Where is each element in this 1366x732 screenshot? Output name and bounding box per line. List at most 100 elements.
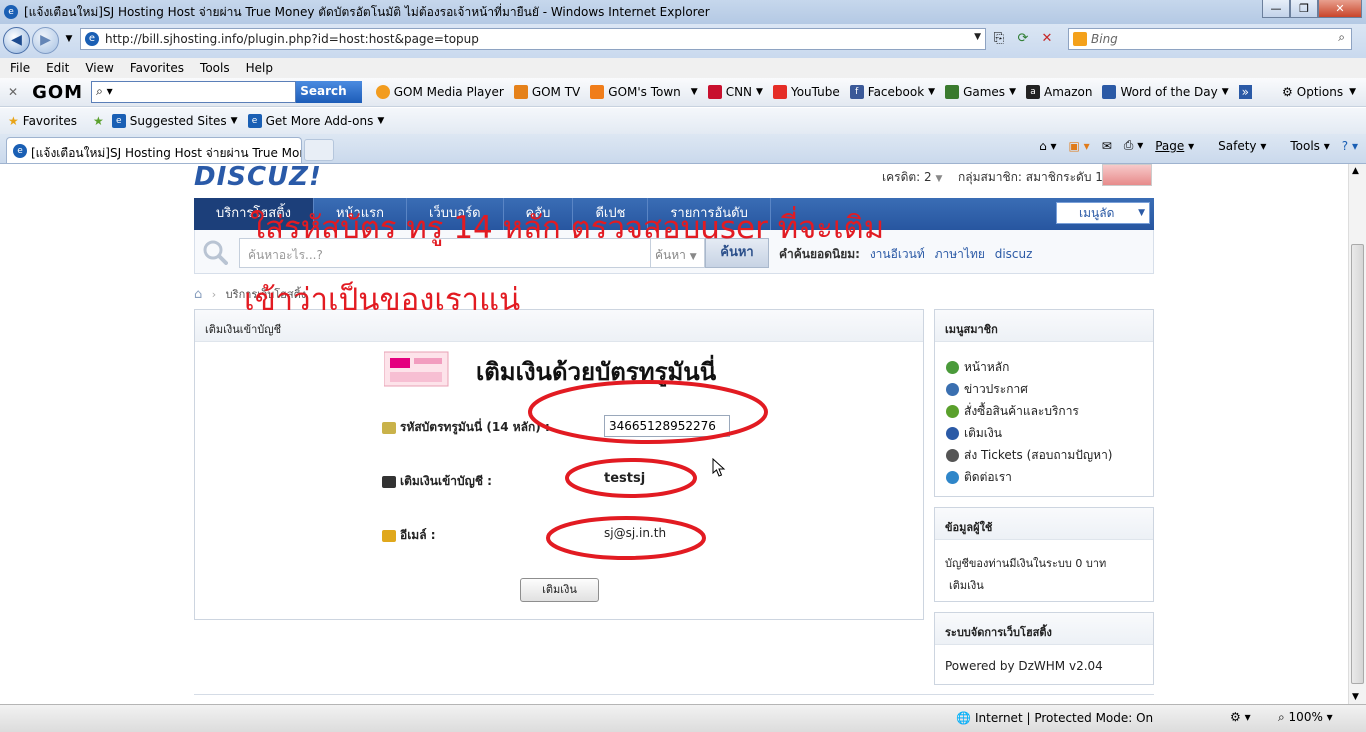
amazon-icon: a (1025, 85, 1040, 99)
sidebar-item-home[interactable]: หน้าหลัก (946, 358, 1009, 377)
close-button[interactable]: ✕ (1318, 0, 1362, 18)
scroll-down-icon[interactable]: ▼ (1352, 692, 1359, 702)
topup-button[interactable]: เติมเงิน (520, 578, 599, 602)
more-links-icon[interactable]: » (1238, 85, 1252, 99)
window-title: [แจ้งเตือนใหม่]SJ Hosting Host จ่ายผ่าน … (24, 4, 710, 19)
toolbar-close-icon[interactable]: ✕ (8, 85, 18, 99)
sidebar-item-tickets[interactable]: ส่ง Tickets (สอบถามปัญหา) (946, 446, 1112, 465)
maximize-button[interactable]: ❐ (1290, 0, 1318, 18)
tab-current[interactable]: e [แจ้งเตือนใหม่]SJ Hosting Host จ่ายผ่า… (6, 137, 302, 163)
system-box: ระบบจัดการเว็บโฮสติ้ง Powered by DzWHM v… (934, 612, 1154, 685)
link-gom-tv[interactable]: GOM TV (513, 85, 580, 99)
mouse-cursor-icon (712, 458, 726, 477)
get-addons-link[interactable]: e Get More Add-ons ▼ (247, 114, 384, 128)
history-dropdown-icon[interactable]: ▼ (58, 28, 80, 50)
member-group: กลุ่มสมาชิก: สมาชิกระดับ 1 (958, 170, 1103, 184)
compatibility-icon[interactable]: ⎘ (988, 28, 1010, 50)
refresh-icon[interactable]: ⟳ (1012, 28, 1034, 50)
hot-keywords: คำค้นยอดนิยม: งานอีเวนท์ ภาษาไทย discuz (779, 247, 1033, 261)
link-gom-town[interactable]: GOM's Town ▼ (590, 85, 698, 99)
internet-zone-icon: 🌐 (956, 711, 971, 725)
zoom-control[interactable]: ⌕ 100% ▾ (1278, 710, 1333, 725)
gom-player-icon (375, 85, 390, 99)
link-games[interactable]: Games ▼ (945, 85, 1016, 99)
email-label: อีเมล์ : (382, 526, 436, 545)
url-dropdown-icon[interactable]: ▼ (974, 32, 981, 42)
user-info-title: ข้อมูลผู้ใช้ (935, 508, 1153, 540)
menu-file[interactable]: File (10, 61, 30, 75)
sidebar-item-contact[interactable]: ติดต่อเรา (946, 468, 1012, 487)
sidebar-item-topup[interactable]: เติมเงิน (946, 424, 1002, 443)
word-icon (1102, 85, 1117, 99)
sidebar-item-order[interactable]: สั่งซื้อสินค้าและบริการ (946, 402, 1079, 421)
gom-search-input[interactable]: ⌕ ▾ (91, 81, 297, 103)
link-cnn[interactable]: CNN ▼ (707, 85, 763, 99)
page-scrollbar[interactable]: ▲ ▼ (1348, 164, 1366, 704)
mail-icon[interactable]: ✉ (1102, 139, 1112, 153)
link-gom-media-player[interactable]: GOM Media Player (375, 85, 504, 99)
forward-button[interactable]: ▶ (32, 27, 59, 54)
menu-view[interactable]: View (85, 61, 113, 75)
home-icon[interactable]: ⌂ ▾ (1039, 139, 1056, 153)
sidebar-item-news[interactable]: ข่าวประกาศ (946, 380, 1028, 399)
link-youtube[interactable]: YouTube (772, 85, 840, 99)
footer-divider (194, 694, 1154, 695)
link-amazon[interactable]: a Amazon (1025, 85, 1092, 99)
link-word-of-the-day[interactable]: Word of the Day ▼ (1102, 85, 1229, 99)
member-menu-button[interactable]: เมนูลัด ▼ (1056, 202, 1150, 224)
menu-bar: File Edit View Favorites Tools Help (0, 58, 1366, 78)
safety-menu[interactable]: Safety ▾ (1206, 139, 1266, 153)
menu-favorites[interactable]: Favorites (130, 61, 184, 75)
hot-keyword[interactable]: discuz (995, 247, 1033, 261)
scroll-up-icon[interactable]: ▲ (1352, 166, 1359, 176)
favorites-star-icon: ★ (8, 114, 19, 128)
rss-icon (590, 85, 605, 99)
print-icon[interactable]: ⎙ ▾ (1124, 138, 1143, 153)
home-breadcrumb-icon[interactable]: ⌂ (194, 287, 202, 302)
hot-keyword[interactable]: งานอีเวนท์ (870, 247, 925, 261)
ie-icon: e (4, 5, 18, 19)
card-label: รหัสบัตรทรูมันนี่ (14 หลัก) : (382, 418, 550, 437)
menu-tools[interactable]: Tools (200, 61, 230, 75)
user-topup-link[interactable]: เติมเงิน (935, 572, 1153, 594)
search-icon (203, 240, 228, 265)
help-icon[interactable]: ? ▾ (1342, 139, 1358, 153)
favorites-button[interactable]: ★ Favorites (8, 114, 77, 128)
back-button[interactable]: ◀ (3, 27, 30, 54)
minimize-button[interactable]: — (1262, 0, 1290, 18)
annotation-text-line1: ใส่รหัสบัตร ทรู 14 หลัก ตรวจสอบuser ที่จ… (250, 210, 885, 246)
member-menu-title: เมนูสมาชิก (935, 310, 1153, 342)
link-facebook[interactable]: f Facebook ▼ (849, 85, 935, 99)
scroll-thumb[interactable] (1351, 244, 1364, 684)
protected-mode-icon[interactable]: ⚙ ▾ (1230, 710, 1251, 724)
options-button[interactable]: ⚙ Options ▼ (1282, 85, 1356, 99)
menu-edit[interactable]: Edit (46, 61, 69, 75)
add-favorite-icon[interactable]: ★ (93, 114, 104, 128)
games-icon (945, 85, 960, 99)
feeds-icon[interactable]: ▣ ▾ (1069, 139, 1090, 153)
tools-menu[interactable]: Tools ▾ (1278, 139, 1329, 153)
avatar[interactable] (1102, 164, 1152, 186)
card-number-input[interactable]: 34665128952276 (604, 415, 730, 437)
credit-display[interactable]: เครดิต: 2 ▼ (882, 168, 942, 187)
stop-icon[interactable]: ✕ (1036, 28, 1058, 50)
search-magnifier-icon[interactable]: ⌕ (1338, 30, 1345, 45)
page-menu[interactable]: Page ▾ (1155, 139, 1194, 153)
search-box[interactable]: Bing ⌕ (1068, 28, 1352, 50)
hot-keyword[interactable]: ภาษาไทย (935, 247, 985, 261)
suggested-sites-link[interactable]: e Suggested Sites ▼ (111, 114, 238, 128)
gom-logo: GOM (32, 81, 84, 103)
favorites-bar: ★ Favorites ★ e Suggested Sites ▼ e Get More… (0, 108, 1366, 134)
new-tab-button[interactable] (304, 139, 334, 161)
window-title-bar: e [แจ้งเตือนใหม่]SJ Hosting Host จ่ายผ่า… (0, 0, 1366, 24)
suggested-icon: e (111, 114, 126, 128)
gom-tv-icon (513, 85, 528, 99)
site-logo[interactable]: DISCUZ! (194, 164, 322, 190)
security-zone[interactable]: Internet | Protected Mode: On (975, 711, 1153, 725)
command-bar: ⌂ ▾ ▣ ▾ ✉ ⎙ ▾ Page ▾ Safety ▾ Tools ▾ ? … (1027, 138, 1358, 153)
gom-search-button[interactable]: Search (296, 81, 362, 103)
address-input[interactable]: e http://bill.sjhosting.info/plugin.php?… (80, 28, 986, 50)
topup-dot-icon (946, 427, 959, 440)
powered-by: Powered by DzWHM v2.04 (945, 659, 1103, 673)
menu-help[interactable]: Help (246, 61, 273, 75)
